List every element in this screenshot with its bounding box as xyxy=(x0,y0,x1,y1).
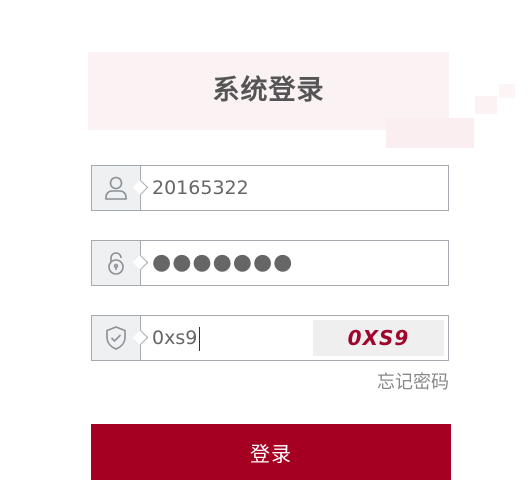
password-value: ●●●●●●● xyxy=(152,250,294,275)
captcha-field[interactable]: 0xs9 0XS9 xyxy=(91,315,449,361)
shield-check-icon xyxy=(92,316,141,360)
password-field[interactable]: ●●●●●●● xyxy=(91,240,449,286)
login-page: 系统登录 20165322 ●●●●●●● 0xs9 0XS9 忘记密码 登录 xyxy=(0,0,530,495)
page-title: 系统登录 xyxy=(212,75,325,106)
decorative-block xyxy=(386,118,474,148)
decorative-block xyxy=(499,84,515,98)
captcha-image[interactable]: 0XS9 xyxy=(313,320,444,356)
text-caret xyxy=(199,326,201,351)
login-button[interactable]: 登录 xyxy=(91,424,451,480)
username-field[interactable]: 20165322 xyxy=(91,165,449,211)
username-value: 20165322 xyxy=(152,177,249,199)
lock-icon xyxy=(92,241,141,285)
captcha-input-value: 0xs9 xyxy=(152,316,201,360)
forgot-password-link[interactable]: 忘记密码 xyxy=(377,368,449,394)
user-icon xyxy=(92,166,141,210)
captcha-text: 0xs9 xyxy=(152,327,198,349)
decorative-block xyxy=(475,96,497,114)
